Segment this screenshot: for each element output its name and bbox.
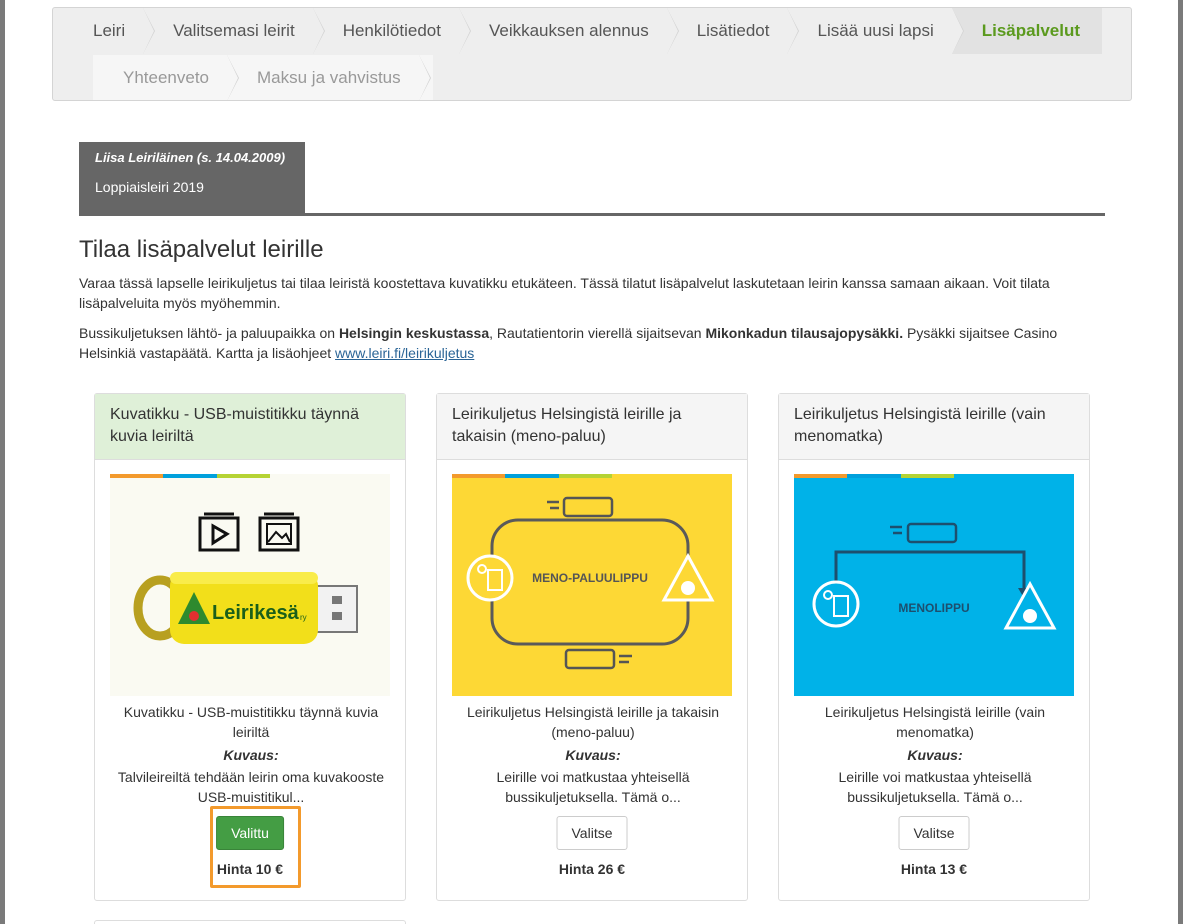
tab-divider (79, 213, 1105, 216)
description-text: Leirille voi matkustaa yhteisellä bussik… (496, 769, 690, 805)
card-title: Kuvatikku - USB-muistitikku täynnä kuvia… (123, 704, 379, 740)
step-lisaa-uusi-lapsi[interactable]: Lisää uusi lapsi (787, 8, 965, 54)
step-lisatiedot[interactable]: Lisätiedot (666, 8, 800, 54)
bus-info-text: Bussikuljetuksen lähtö- ja paluupaikka o… (79, 323, 1109, 363)
select-button[interactable]: Valitse (556, 816, 628, 850)
description-text: Leirille voi matkustaa yhteisellä bussik… (838, 769, 1032, 805)
bus-info-bold-stop: Mikonkadun tilausajopysäkki. (705, 325, 904, 341)
wizard-row-1: Leiri Valitsemasi leirit Henkilötiedot V… (93, 8, 1102, 54)
card-title: Leirikuljetus Helsingistä leirille (vain… (824, 704, 1046, 740)
description-label: Kuvaus: (565, 747, 621, 763)
child-name: Liisa Leiriläinen (s. 14.04.2009) (95, 150, 286, 165)
description-label: Kuvaus: (907, 747, 963, 763)
usb-brand-suffix: ry (300, 613, 307, 622)
bus-info-part: , Rautatientorin vierellä sijaitsevan (489, 325, 706, 341)
card-title: Leirikuljetus Helsingistä leirille ja ta… (466, 704, 720, 740)
ticket-label: MENOLIPPU (898, 601, 969, 615)
price-label: Hinta 13 € (900, 861, 968, 877)
intro-text: Varaa tässä lapselle leirikuljetus tai t… (79, 275, 1050, 311)
step-leiri[interactable]: Leiri (93, 8, 156, 54)
wizard-row-2: Yhteenveto Maksu ja vahvistus (93, 55, 431, 100)
usb-stick-image: Leirikesä ry (110, 474, 390, 696)
bus-info-bold-location: Helsingin keskustassa (338, 325, 490, 341)
step-valitsemasi-leirit[interactable]: Valitsemasi leirit (143, 8, 325, 54)
page-title: Tilaa lisäpalvelut leirille (79, 236, 324, 263)
leirikuljetus-link[interactable]: www.leiri.fi/leirikuljetus (335, 345, 474, 361)
step-maksu-ja-vahvistus: Maksu ja vahvistus (227, 55, 431, 100)
service-card-menomatka: Leirikuljetus Helsingistä leirille (vain… (778, 393, 1090, 901)
meno-ticket-image: MENOLIPPU (794, 474, 1074, 696)
step-henkilotiedot[interactable]: Henkilötiedot (312, 8, 472, 54)
price-label: Hinta 26 € (558, 861, 626, 877)
bus-info-part: Bussikuljetuksen lähtö- ja paluupaikka o… (79, 325, 339, 341)
service-card-kuvatikku: Kuvatikku - USB-muistitikku täynnä kuvia… (94, 393, 406, 901)
child-camp: Loppiaisleiri 2019 (95, 179, 204, 195)
next-service-card-edge (94, 920, 406, 924)
card-header: Leirikuljetus Helsingistä leirille ja ta… (437, 394, 747, 460)
card-header: Leirikuljetus Helsingistä leirille (vain… (779, 394, 1089, 460)
wizard-steps: Leiri Valitsemasi leirit Henkilötiedot V… (52, 7, 1132, 101)
card-header: Kuvatikku - USB-muistitikku täynnä kuvia… (95, 394, 405, 460)
description-label: Kuvaus: (223, 747, 279, 763)
service-card-meno-paluu: Leirikuljetus Helsingistä leirille ja ta… (436, 393, 748, 901)
description-text: Talvileireiltä tehdään leirin oma kuvako… (117, 769, 385, 805)
meno-paluu-ticket-image: MENO-PALUULIPPU (452, 474, 732, 696)
step-veikkauksen-alennus[interactable]: Veikkauksen alennus (458, 8, 679, 54)
select-button[interactable]: Valitse (898, 816, 970, 850)
ticket-label: MENO-PALUULIPPU (532, 571, 648, 585)
selected-button[interactable]: Valittu (216, 816, 284, 850)
step-yhteenveto: Yhteenveto (93, 55, 240, 100)
price-label: Hinta 10 € (216, 861, 284, 877)
usb-brand-text: Leirikesä (212, 602, 300, 624)
step-lisapalvelut[interactable]: Lisäpalvelut (951, 8, 1102, 54)
child-tab[interactable]: Liisa Leiriläinen (s. 14.04.2009) Loppia… (79, 142, 305, 215)
